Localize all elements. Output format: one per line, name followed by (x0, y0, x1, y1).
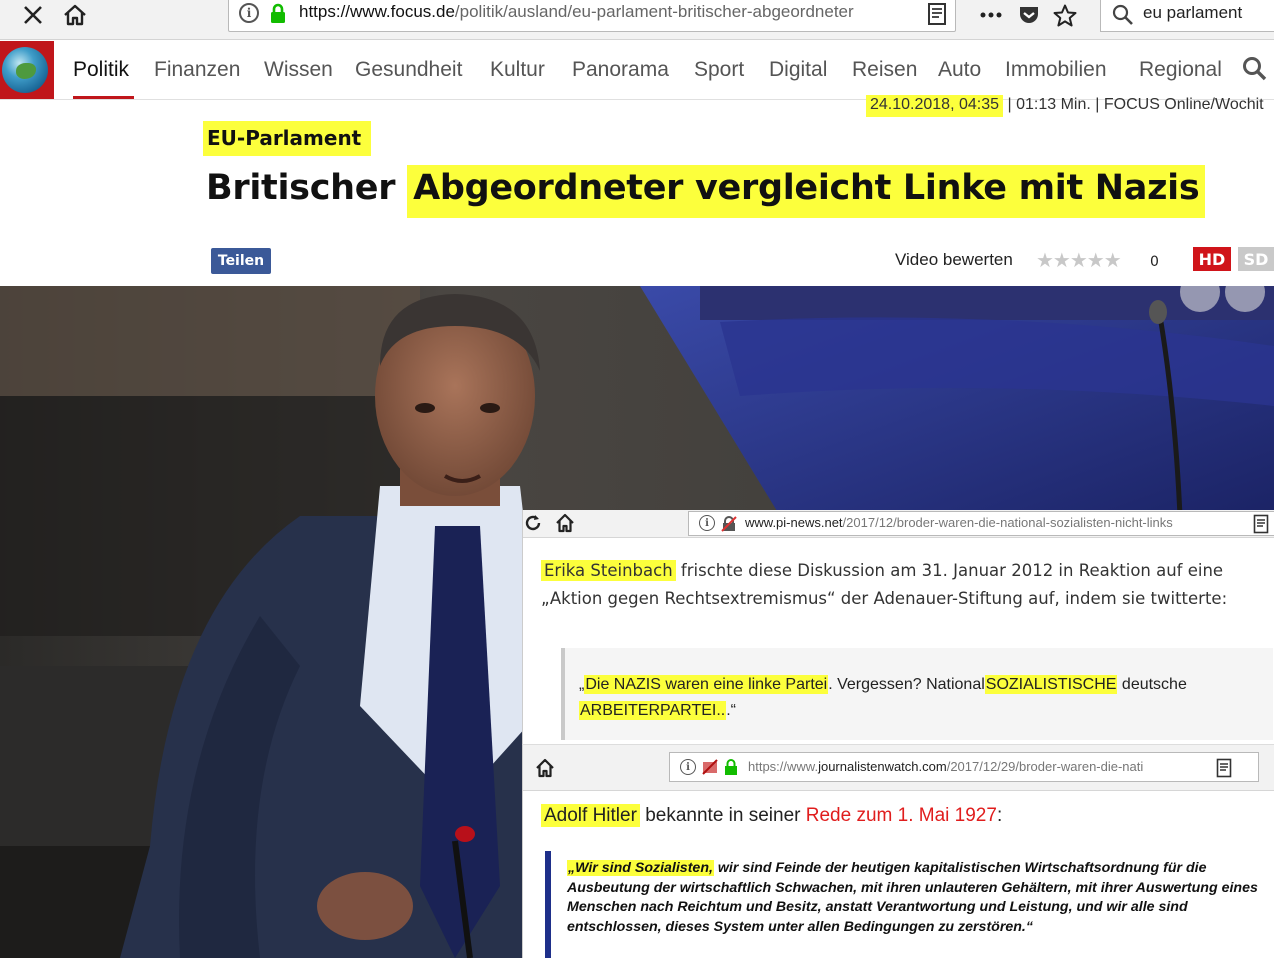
hd-button[interactable]: HD (1193, 247, 1231, 271)
reader-icon[interactable] (927, 2, 947, 30)
quote-close: .“ (726, 702, 736, 719)
quote-highlight-2: SOZIALISTISCHE (984, 675, 1118, 694)
info-icon[interactable]: i (699, 515, 715, 531)
home-icon[interactable] (535, 758, 555, 782)
overlay1-quote-text: „Die NAZIS waren eine linke Partei. Verg… (579, 672, 1269, 724)
nav-item-sport[interactable]: Sport (694, 58, 744, 82)
search-query: eu parlament (1143, 3, 1243, 22)
site-nav: Politik Finanzen Wissen Gesundheit Kultu… (0, 40, 1274, 100)
overlay2-quote-text: „Wir sind Sozialisten, wir sind Feinde d… (567, 859, 1273, 937)
search-icon[interactable] (1111, 3, 1135, 31)
highlight-name: Erika Steinbach (541, 560, 676, 581)
article-date: 24.10.2018, 04:35 (866, 95, 1004, 117)
overlay2-toolbar: i https://www.journalistenwatch.com/2017… (523, 745, 1274, 791)
info-icon[interactable]: i (680, 759, 696, 775)
insecure-lock-icon (721, 516, 737, 536)
more-icon[interactable] (976, 0, 1006, 30)
rating-count: 0 (1150, 254, 1159, 270)
overlay2-url-prefix: https://www. (748, 759, 819, 774)
nav-item-wissen[interactable]: Wissen (264, 58, 333, 82)
overlay-screenshot-journalistenwatch: i https://www.journalistenwatch.com/2017… (522, 744, 1274, 958)
browser-toolbar: i https://www.focus.de/politik/ausland/e… (0, 0, 1274, 40)
nav-item-immobilien[interactable]: Immobilien (1005, 58, 1107, 82)
article-meta: 24.10.2018, 04:35 | 01:13 Min. | FOCUS O… (866, 95, 1264, 123)
star-icon[interactable] (1050, 0, 1080, 30)
overlay2-url-domain: journalistenwatch.com (818, 759, 947, 774)
reader-icon[interactable] (1216, 758, 1232, 782)
meta-separator: | (1095, 96, 1100, 113)
lock-icon[interactable] (269, 3, 287, 29)
nav-item-reisen[interactable]: Reisen (852, 58, 917, 82)
overlay1-toolbar: i www.pi-news.net/2017/12/broder-waren-d… (523, 510, 1274, 538)
blocked-content-icon (702, 759, 718, 779)
overlay2-quote: „Wir sind Sozialisten, wir sind Feinde d… (545, 851, 1274, 958)
quote-mid: . Vergessen? National (828, 676, 985, 693)
quote-highlight-3: ARBEITERPARTEI.. (579, 701, 727, 720)
overlay1-quote: „Die NAZIS waren eine linke Partei. Verg… (561, 648, 1273, 740)
nav-item-panorama[interactable]: Panorama (572, 58, 669, 82)
active-nav-underline (73, 96, 134, 99)
quote-highlight: „Wir sind Sozialisten, (567, 860, 714, 876)
search-box[interactable]: eu parlament (1100, 0, 1274, 32)
speech-reference: Rede zum 1. Mai 1927 (805, 805, 997, 826)
quote-mid-2: deutsche (1117, 676, 1187, 693)
video-duration: 01:13 Min. (1016, 96, 1091, 113)
close-icon[interactable] (18, 0, 48, 30)
overlay2-text: bekannte in seiner (639, 805, 806, 826)
overlay1-url-bar[interactable]: i www.pi-news.net/2017/12/broder-waren-d… (688, 511, 1274, 536)
overlay2-paragraph: Adolf Hitler bekannte in seiner Rede zum… (541, 801, 1261, 831)
overlay1-url-path: /2017/12/broder-waren-die-national-sozia… (842, 515, 1173, 530)
info-icon[interactable]: i (239, 3, 259, 23)
nav-item-finanzen[interactable]: Finanzen (154, 58, 240, 82)
sd-button[interactable]: SD (1238, 247, 1274, 271)
home-icon[interactable] (555, 513, 575, 537)
url-path: /politik/ausland/eu-parlament-britischer… (454, 2, 854, 21)
overlay2-colon: : (996, 805, 1003, 826)
meta-separator: | (1007, 96, 1012, 113)
highlight-name: Adolf Hitler (541, 804, 640, 827)
home-icon[interactable] (60, 0, 90, 30)
search-icon[interactable] (1242, 56, 1268, 86)
globe-icon (2, 47, 48, 93)
rate-video-label: Video bewerten (895, 250, 1013, 269)
article-source: FOCUS Online/Wochit (1103, 96, 1264, 113)
overlay-screenshot-pi-news: i www.pi-news.net/2017/12/broder-waren-d… (522, 510, 1274, 744)
overlay1-url: www.pi-news.net/2017/12/broder-waren-die… (745, 515, 1215, 530)
nav-item-gesundheit[interactable]: Gesundheit (355, 58, 462, 82)
share-button[interactable]: Teilen (211, 248, 271, 274)
nav-item-kultur[interactable]: Kultur (490, 58, 545, 82)
nav-item-digital[interactable]: Digital (769, 58, 827, 82)
nav-item-politik[interactable]: Politik (73, 58, 129, 82)
article-headline: Britischer Abgeordneter vergleicht Linke… (206, 165, 1206, 218)
focus-logo[interactable] (0, 41, 54, 99)
overlay2-url: https://www.journalistenwatch.com/2017/1… (748, 759, 1178, 774)
quote-highlight-1: Die NAZIS waren eine linke Partei (584, 675, 829, 694)
star-rating[interactable]: ★★★★★ (1036, 248, 1122, 272)
headline-highlight: Abgeordneter vergleicht Linke mit Nazis (407, 165, 1206, 218)
reload-icon[interactable] (523, 513, 543, 537)
url-bar[interactable]: i https://www.focus.de/politik/ausland/e… (228, 0, 956, 32)
article-kicker: EU-Parlament (203, 121, 372, 156)
nav-item-auto[interactable]: Auto (938, 58, 981, 82)
lock-icon[interactable] (724, 758, 738, 780)
url-domain: https://www.focus.de (299, 2, 455, 21)
overlay1-paragraph: Erika Steinbach frischte diese Diskussio… (541, 557, 1261, 613)
overlay2-url-path: /2017/12/29/broder-waren-die-nati (946, 759, 1144, 774)
url-text: https://www.focus.de/politik/ausland/eu-… (299, 2, 879, 22)
pocket-icon[interactable] (1014, 0, 1044, 30)
overlay2-url-bar[interactable]: i https://www.journalistenwatch.com/2017… (669, 752, 1259, 782)
reader-icon[interactable] (1253, 514, 1269, 538)
overlay1-url-domain: www.pi-news.net (745, 515, 843, 530)
headline-plain: Britischer (206, 168, 396, 208)
nav-item-regional[interactable]: Regional (1139, 58, 1222, 82)
